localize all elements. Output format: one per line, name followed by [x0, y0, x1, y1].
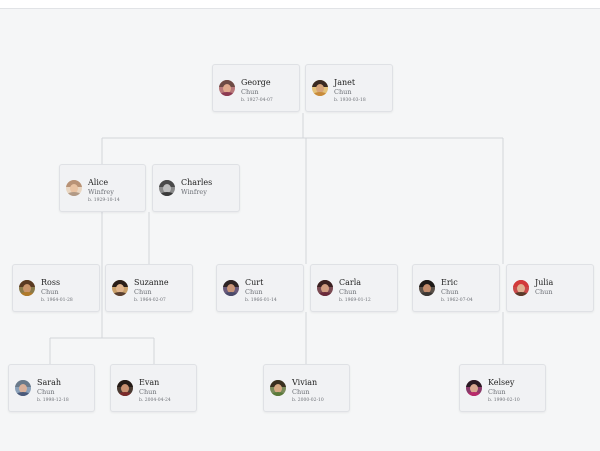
- evan-portrait-icon: [117, 380, 133, 396]
- person-surname: Chun: [241, 88, 259, 96]
- person-birth-date: b. 1964-02-07: [134, 298, 166, 303]
- george-portrait-icon: [219, 80, 235, 96]
- eric-portrait-icon: [419, 280, 435, 296]
- person-name: Evan: [139, 378, 160, 387]
- person-birth-date: b. 2004-04-24: [139, 398, 171, 403]
- vivian-portrait-icon: [270, 380, 286, 396]
- person-surname: Chun: [139, 388, 157, 396]
- curt-portrait-icon: [223, 280, 239, 296]
- person-surname: Chun: [292, 388, 310, 396]
- person-name: Alice: [88, 178, 109, 187]
- person-name: George: [241, 78, 271, 87]
- person-surname: Chun: [441, 288, 459, 296]
- person-name: Suzanne: [134, 278, 169, 287]
- person-surname: Chun: [488, 388, 506, 396]
- person-card-sarah[interactable]: Sarah Chun b. 1998-12-18: [8, 364, 95, 412]
- person-surname: Chun: [37, 388, 55, 396]
- carla-portrait-icon: [317, 280, 333, 296]
- person-surname: Chun: [535, 288, 553, 296]
- person-card-george[interactable]: George Chun b. 1927-04-07: [212, 64, 300, 112]
- person-birth-date: b. 1930-03-18: [334, 98, 366, 103]
- person-birth-date: b. 1929-10-14: [88, 198, 120, 203]
- person-card-janet[interactable]: Janet Chun b. 1930-03-18: [305, 64, 393, 112]
- person-birth-date: b. 1962-07-04: [441, 298, 473, 303]
- person-name: Ross: [41, 278, 61, 287]
- person-name: Julia: [535, 278, 554, 287]
- person-surname: Winfrey: [88, 188, 114, 196]
- connector-ross-suzanne-children: [49, 320, 155, 364]
- alice-portrait-icon: [66, 180, 82, 196]
- person-birth-date: b. 1990-02-10: [488, 398, 520, 403]
- person-birth-date: b. 1964-01-28: [41, 298, 73, 303]
- person-surname: Chun: [339, 288, 357, 296]
- person-card-ross[interactable]: Ross Chun b. 1964-01-28: [12, 264, 100, 312]
- person-card-kelsey[interactable]: Kelsey Chun b. 1990-02-10: [459, 364, 546, 412]
- person-card-eric[interactable]: Eric Chun b. 1962-07-04: [412, 264, 500, 312]
- person-surname: Chun: [134, 288, 152, 296]
- person-name: Carla: [339, 278, 362, 287]
- person-name: Sarah: [37, 378, 61, 387]
- person-name: Kelsey: [488, 378, 515, 387]
- julia-portrait-icon: [513, 280, 529, 296]
- person-card-evan[interactable]: Evan Chun b. 2004-04-24: [110, 364, 197, 412]
- person-birth-date: b. 1966-01-14: [245, 298, 277, 303]
- person-card-carla[interactable]: Carla Chun b. 1969-01-12: [310, 264, 398, 312]
- person-name: Eric: [441, 278, 458, 287]
- person-birth-date: b. 1998-12-18: [37, 398, 69, 403]
- suzanne-portrait-icon: [112, 280, 128, 296]
- sarah-portrait-icon: [15, 380, 31, 396]
- person-card-charles[interactable]: Charles Winfrey: [152, 164, 240, 212]
- person-birth-date: b. 2000-02-10: [292, 398, 324, 403]
- janet-portrait-icon: [312, 80, 328, 96]
- person-birth-date: b. 1927-04-07: [241, 98, 273, 103]
- person-card-alice[interactable]: Alice Winfrey b. 1929-10-14: [59, 164, 146, 212]
- person-birth-date: b. 1969-01-12: [339, 298, 371, 303]
- person-name: Charles: [181, 178, 213, 187]
- person-surname: Chun: [334, 88, 352, 96]
- person-name: Curt: [245, 278, 264, 287]
- person-surname: Chun: [245, 288, 263, 296]
- person-card-suzanne[interactable]: Suzanne Chun b. 1964-02-07: [105, 264, 193, 312]
- person-card-curt[interactable]: Curt Chun b. 1966-01-14: [216, 264, 304, 312]
- person-surname: Chun: [41, 288, 59, 296]
- charles-portrait-icon: [159, 180, 175, 196]
- kelsey-portrait-icon: [466, 380, 482, 396]
- person-name: Vivian: [292, 378, 318, 387]
- person-surname: Winfrey: [181, 188, 207, 196]
- ross-portrait-icon: [19, 280, 35, 296]
- person-card-julia[interactable]: Julia Chun: [506, 264, 594, 312]
- person-card-vivian[interactable]: Vivian Chun b. 2000-02-10: [263, 364, 350, 412]
- person-name: Janet: [334, 78, 356, 87]
